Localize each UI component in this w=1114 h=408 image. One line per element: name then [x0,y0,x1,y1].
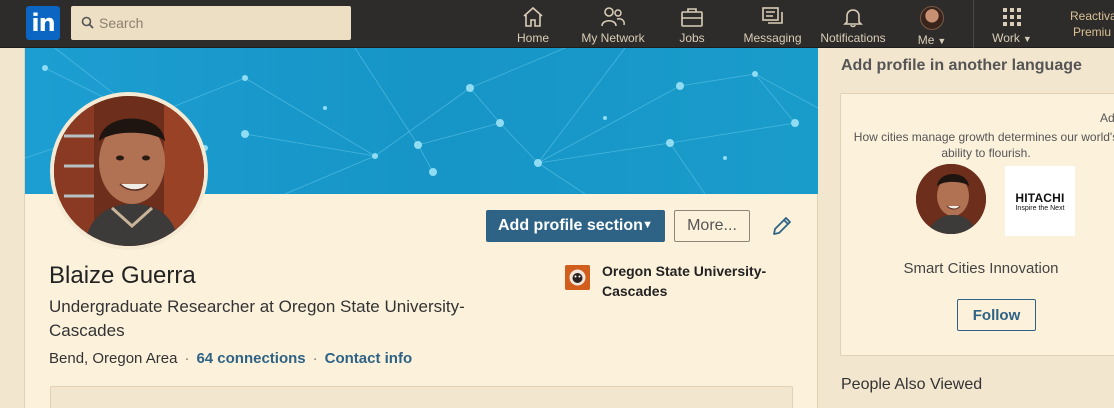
beaver-logo-icon [565,265,590,290]
nav-messaging-label: Messaging [743,31,802,45]
network-icon [601,7,625,27]
people-also-viewed-heading: People Also Viewed [841,376,983,393]
nav-me[interactable]: Me ▼ [911,4,953,48]
messaging-icon [761,7,783,24]
home-icon [523,6,543,27]
bell-icon [843,9,863,28]
school-logo[interactable] [565,265,590,290]
ad-company-name: Smart Cities Innovation [903,260,1059,277]
chevron-down-icon: ▼ [1022,34,1032,44]
nav-jobs[interactable]: Jobs [672,4,712,48]
profile-location: Bend, Oregon Area [49,350,178,367]
search-input[interactable] [99,6,344,40]
nav-my-network[interactable]: My Network [578,4,648,48]
education-link[interactable]: Oregon State University-Cascades [602,261,782,301]
company-logo-tagline: Inspire the Next [1015,205,1065,212]
ad-text: How cities manage growth determines our … [853,130,1114,160]
profile-meta-row: Bend, Oregon Area · 64 connections · Contact… [49,350,413,367]
more-button[interactable]: More... [674,210,750,242]
ad-card: Ad How cities manage growth determines o… [840,93,1114,356]
add-language-link[interactable]: Add profile in another language [841,57,1082,75]
nav-home-label: Home [516,31,549,45]
pencil-icon[interactable] [771,215,793,237]
nav-notifications-label: Notifications [820,31,886,45]
nav-work[interactable]: Work ▼ [985,4,1039,48]
nav-work-label: Work ▼ [992,31,1032,45]
nav-jobs-label: Jobs [679,31,705,45]
nav-messaging[interactable]: Messaging [741,4,804,48]
briefcase-icon [681,8,703,27]
top-navigation-bar: in Home My Network Jobs [0,0,1114,48]
company-logo-brand: HITACHI [1015,191,1065,205]
company-logo[interactable]: HITACHI Inspire the Next [1005,166,1075,236]
profile-photo[interactable] [50,92,208,250]
nav-notifications[interactable]: Notifications [817,4,889,48]
career-panel [50,386,793,408]
profile-headline: Undergraduate Researcher at Oregon State… [49,297,465,340]
nav-divider [973,0,974,48]
caret-down-icon: ▼ [642,219,653,231]
search-bar[interactable] [71,6,351,40]
me-avatar [920,6,944,30]
premium-link[interactable]: Reactiva Premiu [1070,8,1114,40]
profile-portrait-image [54,96,204,246]
profile-card: Add profile section ▼ More... Blaize Gue… [24,48,818,408]
linkedin-logo[interactable]: in [26,6,60,40]
ad-label: Ad [1100,111,1114,125]
nav-me-label: Me ▼ [917,33,947,47]
search-icon [81,16,94,29]
ad-user-avatar [916,164,986,234]
grid-icon [1003,8,1021,26]
add-profile-section-button[interactable]: Add profile section ▼ [486,210,665,242]
nav-home[interactable]: Home [512,4,554,48]
user-portrait-image [916,164,986,234]
follow-button[interactable]: Follow [957,299,1036,331]
nav-my-network-label: My Network [581,31,645,45]
connections-link[interactable]: 64 connections [196,350,305,367]
profile-name: Blaize Guerra [49,262,196,289]
contact-info-link[interactable]: Contact info [325,350,413,367]
premium-line-1: Reactiva [1070,9,1114,23]
premium-line-2: Premiu [1072,25,1111,39]
chevron-down-icon: ▼ [937,36,947,46]
add-profile-section-label: Add profile section [498,217,643,234]
